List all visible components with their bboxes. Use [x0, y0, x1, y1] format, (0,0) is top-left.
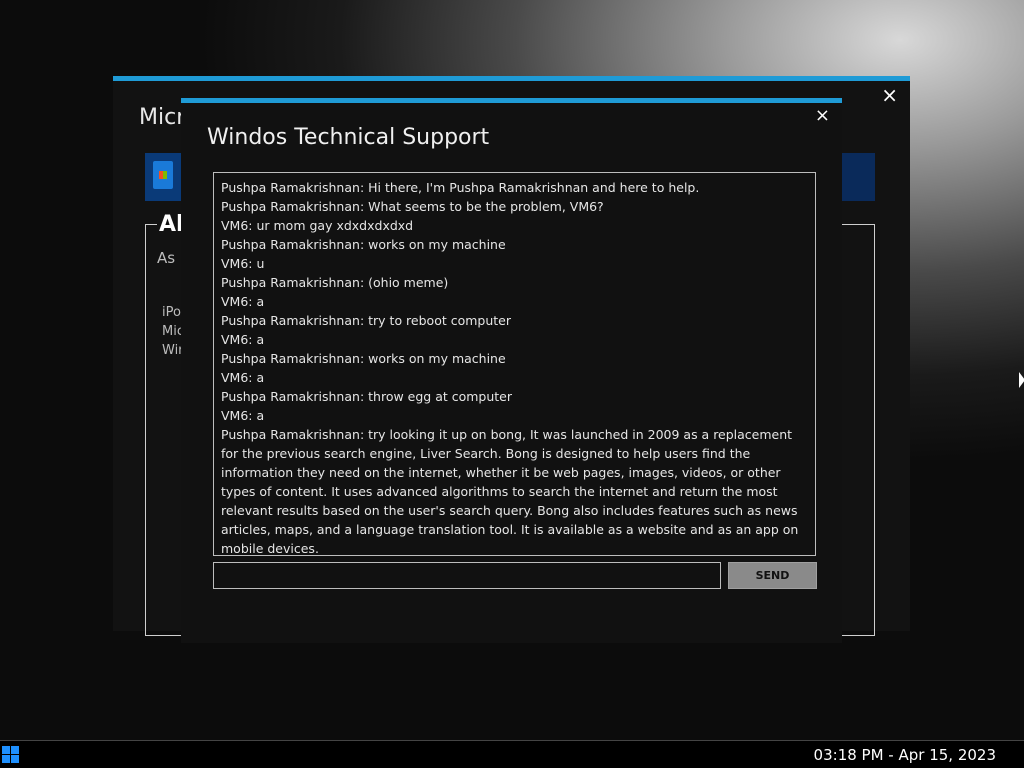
chat-message: Pushpa Ramakrishnan: works on my machine — [221, 237, 506, 252]
chat-message: VM6: a — [221, 332, 265, 347]
chat-message: Pushpa Ramakrishnan: Hi there, I'm Pushp… — [221, 180, 700, 195]
dialog-title: Windos Technical Support — [207, 125, 490, 150]
chat-message: Pushpa Ramakrishnan: throw egg at comput… — [221, 389, 513, 404]
chat-message: VM6: ur mom gay xdxdxdxdxd — [221, 218, 414, 233]
desktop: × Micr Al As iPo Mic Wir × Windos Techni… — [0, 0, 1024, 740]
chat-message: Pushpa Ramakrishnan: try to reboot compu… — [221, 313, 512, 328]
support-chat-dialog[interactable]: × Windos Technical Support Pushpa Ramakr… — [181, 98, 842, 643]
chat-message: VM6: a — [221, 294, 265, 309]
close-icon[interactable]: × — [815, 107, 830, 125]
windows-logo-icon[interactable] — [2, 746, 20, 764]
taskbar: 03:18 PM - Apr 15, 2023 — [0, 740, 1024, 768]
background-window-title: Micr — [139, 105, 186, 130]
mouse-cursor-icon — [1019, 372, 1024, 388]
chat-message: Pushpa Ramakrishnan: try looking it up o… — [221, 427, 799, 556]
message-input[interactable] — [213, 562, 721, 589]
chat-message: VM6: u — [221, 256, 265, 271]
chat-message: VM6: a — [221, 408, 265, 423]
chat-message: Pushpa Ramakrishnan: (ohio meme) — [221, 275, 449, 290]
background-window-close-button[interactable]: × — [881, 85, 898, 105]
send-button[interactable]: SEND — [728, 562, 817, 589]
background-banner — [839, 153, 875, 201]
chat-message: Pushpa Ramakrishnan: What seems to be th… — [221, 199, 604, 214]
background-subheading: As — [157, 249, 176, 267]
chat-message: Pushpa Ramakrishnan: works on my machine — [221, 351, 506, 366]
store-bag-icon — [145, 153, 185, 201]
chat-log[interactable]: Pushpa Ramakrishnan: Hi there, I'm Pushp… — [213, 172, 816, 556]
chat-message: VM6: a — [221, 370, 265, 385]
taskbar-clock[interactable]: 03:18 PM - Apr 15, 2023 — [814, 746, 996, 764]
